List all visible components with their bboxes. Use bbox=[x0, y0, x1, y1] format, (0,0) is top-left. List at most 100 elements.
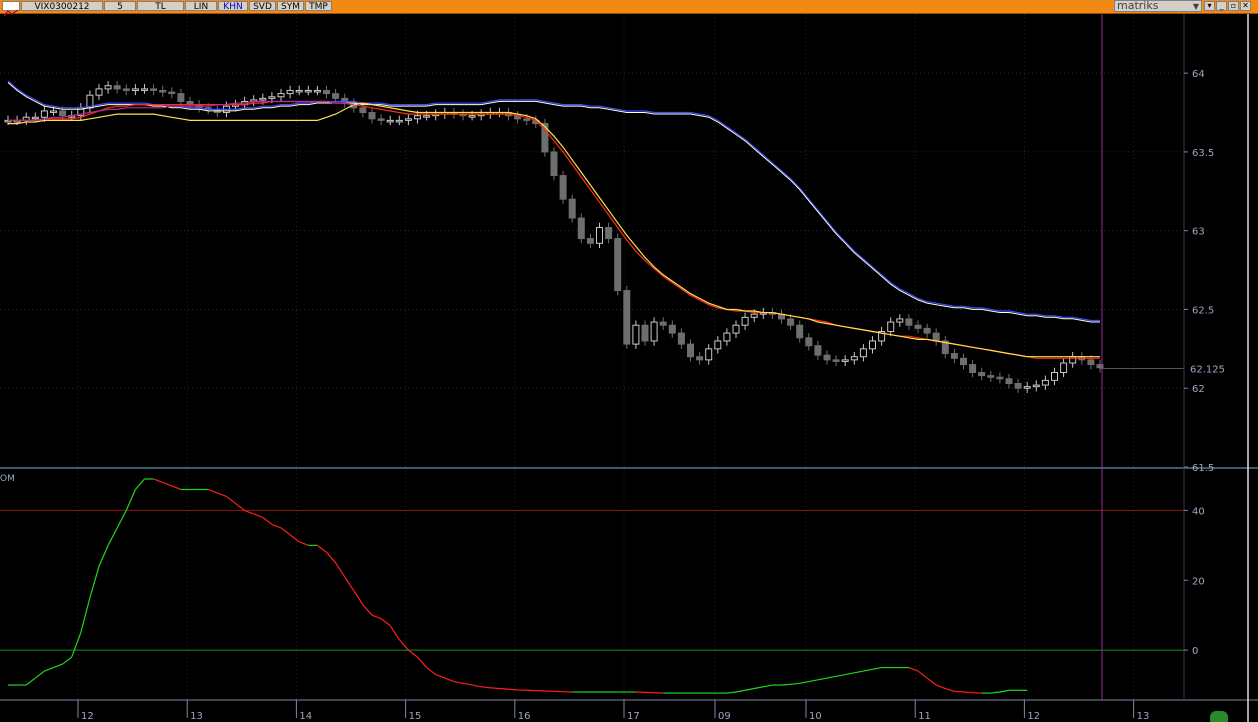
candle-body bbox=[423, 115, 431, 118]
restore-icon[interactable]: ▫ bbox=[1228, 1, 1239, 11]
oscillator-segment bbox=[854, 670, 864, 674]
oscillator-segment bbox=[508, 688, 518, 691]
oscillator-segment bbox=[344, 576, 355, 592]
candle-body bbox=[796, 324, 804, 339]
candle-body bbox=[996, 376, 1004, 380]
oscillator-segment bbox=[799, 680, 809, 684]
x-tick-label: 11 bbox=[918, 711, 931, 722]
oscillator-segment bbox=[999, 689, 1010, 693]
candle-body bbox=[978, 371, 986, 377]
oscillator-segment bbox=[462, 682, 473, 686]
oscillator-segment bbox=[271, 523, 282, 529]
oscillator-segment bbox=[845, 672, 855, 676]
brand-selector[interactable]: matriks ▼ bbox=[1114, 0, 1202, 12]
price-panel bbox=[4, 80, 1184, 393]
candle-body bbox=[286, 89, 294, 95]
symbol-field[interactable]: VIX0300212 bbox=[21, 1, 103, 12]
oscillator-segment bbox=[863, 668, 873, 672]
oscillator-segment bbox=[34, 670, 45, 679]
candle-body bbox=[659, 321, 667, 326]
candle-body bbox=[559, 175, 567, 200]
x-tick-label: 12 bbox=[81, 711, 94, 722]
oscillator-segment bbox=[963, 691, 973, 694]
candle-body bbox=[969, 364, 977, 373]
oscillator-segment bbox=[289, 534, 300, 543]
oscillator-segment bbox=[116, 510, 127, 529]
oscillator-segment bbox=[380, 618, 391, 627]
candle-body bbox=[1087, 359, 1095, 366]
candle-body bbox=[386, 119, 394, 123]
toolbar-item-svd[interactable]: SVD bbox=[249, 1, 276, 12]
candle-body bbox=[323, 89, 330, 95]
oscillator-segment bbox=[735, 689, 746, 693]
candle-body bbox=[623, 290, 631, 345]
candle-body bbox=[50, 110, 57, 113]
candle-body bbox=[605, 227, 613, 240]
oscillator-segment bbox=[62, 656, 73, 665]
candle-body bbox=[1069, 356, 1077, 364]
candle-body bbox=[177, 93, 185, 102]
candle-body bbox=[923, 327, 931, 334]
candle-body bbox=[31, 116, 39, 120]
chart-canvas: OM 12 13 14 15 16 17 09 10 11 12 13 64 63.5 63 62.5 62 6… bbox=[0, 14, 1258, 722]
x-tick-label: 13 bbox=[1137, 711, 1150, 722]
oscillator-label: OM bbox=[0, 474, 15, 484]
candle-body bbox=[1041, 379, 1049, 386]
oscillator-segment bbox=[481, 686, 491, 689]
candle-body bbox=[787, 318, 795, 326]
oscillator-panel: OM bbox=[0, 474, 1184, 694]
candle-body bbox=[832, 359, 840, 362]
candle-body bbox=[960, 357, 967, 366]
chart-type-icon[interactable] bbox=[2, 1, 20, 17]
y-tick-label: 62.5 bbox=[1192, 305, 1214, 316]
toolbar-item-tmp[interactable]: TMP bbox=[305, 1, 332, 12]
close-icon[interactable]: ✕ bbox=[1240, 1, 1251, 11]
interval-field[interactable]: 5 bbox=[104, 1, 136, 12]
candle-body bbox=[586, 238, 594, 244]
oscillator-segment bbox=[408, 649, 418, 658]
oscillator-segment bbox=[398, 639, 409, 651]
scroll-down-icon[interactable]: ▾ bbox=[1204, 1, 1215, 11]
candle-body bbox=[596, 227, 603, 244]
candle-body bbox=[650, 321, 658, 342]
toolbar-item-khn[interactable]: KHN bbox=[218, 1, 248, 12]
oscillator-segment bbox=[754, 686, 764, 690]
candle-body bbox=[259, 97, 267, 101]
candle-body bbox=[332, 93, 340, 99]
oscillator-segment bbox=[808, 679, 819, 683]
candle-body bbox=[1005, 378, 1013, 385]
toolbar-item-tl[interactable]: TL bbox=[137, 1, 184, 12]
candle-body bbox=[268, 96, 276, 99]
toolbar-item-lin[interactable]: LIN bbox=[185, 1, 217, 12]
candle-body bbox=[95, 88, 103, 96]
candle-body bbox=[40, 110, 48, 118]
oscillator-segment bbox=[171, 485, 182, 491]
candle-body bbox=[705, 348, 713, 361]
oscillator-segment bbox=[744, 687, 755, 691]
brand-label: matriks bbox=[1117, 0, 1159, 12]
candle-body bbox=[141, 88, 148, 91]
oscillator-segment bbox=[426, 667, 437, 676]
oscillator-segment bbox=[162, 481, 173, 487]
minimize-icon[interactable]: _ bbox=[1216, 1, 1227, 11]
candle-body bbox=[159, 89, 167, 93]
x-tick-label: 14 bbox=[299, 711, 312, 722]
oscillator-segment bbox=[98, 545, 109, 567]
oscillator-segment bbox=[499, 687, 509, 690]
candle-body bbox=[1032, 384, 1040, 388]
dropdown-arrow-icon: ▼ bbox=[1192, 2, 1199, 11]
oscillator-segment bbox=[444, 677, 455, 683]
toolbar-item-sym[interactable]: SYM bbox=[277, 1, 304, 12]
y-tick-label: 61.5 bbox=[1192, 463, 1214, 474]
oscillator-segment bbox=[763, 684, 773, 688]
candle-body bbox=[414, 115, 421, 120]
candle-body bbox=[313, 89, 321, 93]
candle-body bbox=[368, 112, 376, 120]
candle-body bbox=[577, 217, 585, 240]
oscillator-segment bbox=[371, 614, 382, 620]
y-tick-label: 62 bbox=[1192, 384, 1205, 395]
oscillator-segment bbox=[490, 687, 500, 690]
oscillator-segment bbox=[435, 673, 446, 679]
oscillator-segment bbox=[44, 667, 54, 672]
x-tick-label: 15 bbox=[409, 711, 422, 722]
